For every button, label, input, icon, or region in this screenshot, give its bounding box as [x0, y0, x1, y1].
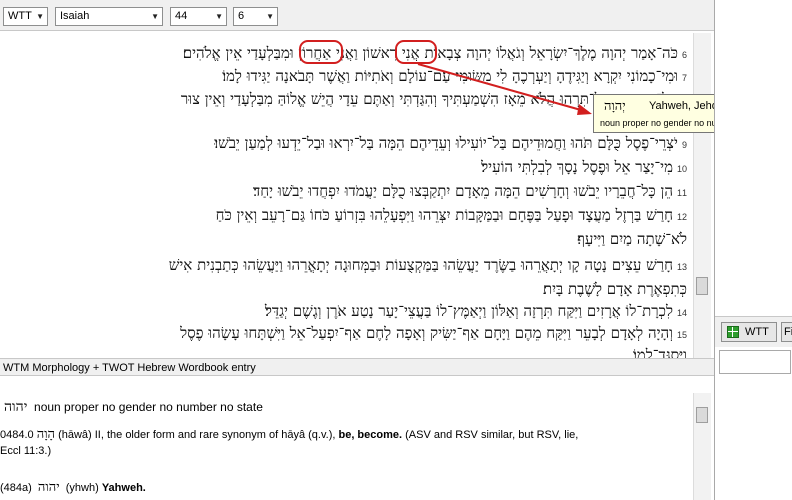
- verse-number: 15: [676, 330, 687, 340]
- verse-text: וְהָיָה לְאָדָם לְבָעֵר וַיִּקַּח מֵהֶם …: [180, 324, 673, 342]
- verse-text: הֵן כָּל־חֲבֵרָיו יֵבֹשׁוּ וְחָרָשִׁים ה…: [253, 182, 673, 200]
- lexicon-panel-title: WTM Morphology + TWOT Hebrew Wordbook en…: [0, 358, 714, 376]
- bible-window: WTT ▼ Isaiah ▼ 44 ▼ 6 ▼ 6כֹּה־אָמַר יְהוָה מ…: [0, 0, 714, 500]
- annotation-circle-2: [395, 40, 437, 64]
- subentry-hebrew: יהוה: [37, 480, 60, 495]
- chapter-select[interactable]: 44 ▼: [170, 7, 227, 26]
- wtt-button-label: WTT: [745, 326, 769, 338]
- verse-13-continued[interactable]: כְּתִפְאֶרֶת אָדָם לָשֶׁבֶת בָּיִת׃: [543, 279, 687, 299]
- verse-text: חָרַשׁ בַּרְזֶל מַעֲצָד וּפָעַל בַּפֶּחָ…: [215, 206, 673, 224]
- chevron-down-icon: ▼: [215, 12, 223, 21]
- verse-12[interactable]: 12חָרַשׁ בַּרְזֶל מַעֲצָד וּפָעַל בַּפֶּ…: [216, 205, 687, 227]
- verse-10[interactable]: 10מִי־יָצַר אֵל וּפֶסֶל נָסָךְ לְבִלְתִּ…: [481, 157, 687, 179]
- entry-hebrew: הָוָה: [36, 427, 55, 442]
- verse-number: 7: [681, 73, 687, 83]
- verse-text: וּמִי־כָמוֹנִי יִקְרָא וְיַגִּידֶהָ וְיַ…: [222, 67, 678, 85]
- chapter-label: 44: [175, 10, 188, 22]
- verse-text: כְּתִפְאֶרֶת אָדָם לָשֶׁבֶת בָּיִת׃: [542, 280, 687, 298]
- tooltip-hebrew: יְהוָה: [604, 99, 626, 114]
- chevron-down-icon: ▼: [266, 12, 274, 21]
- lexicon-scrollbar[interactable]: [693, 393, 711, 500]
- lexicon-headword-line: יהוה noun proper no gender no number no …: [4, 399, 263, 416]
- bible-scrollbar[interactable]: [693, 33, 711, 358]
- subentry-number: (484a): [0, 482, 32, 494]
- verse-number: 10: [676, 164, 687, 174]
- lexicon-scroll-thumb[interactable]: [696, 407, 708, 423]
- lexicon-subentry: (484a) יהוה (yhwh) Yahweh.: [0, 479, 146, 495]
- chevron-down-icon: ▼: [36, 12, 44, 21]
- bible-text-pane: 6כֹּה־אָמַר יְהוָה מֶלֶךְ־יִשְׂרָאֵל וְג…: [0, 33, 693, 358]
- lexicon-hebrew: יהוה: [4, 399, 28, 415]
- verse-number: 11: [676, 188, 687, 198]
- subentry-translit: (yhwh): [65, 482, 99, 494]
- verse-text: חָרַשׁ עֵצִים נָטָה קָו יְתָאֲרֵהוּ בַשֶ…: [168, 256, 673, 274]
- fi-button-label: Fi: [784, 326, 792, 338]
- verse-7[interactable]: 7וּמִי־כָמוֹנִי יִקְרָא וְיַגִּידֶהָ וְי…: [222, 66, 687, 88]
- lexicon-parse: noun proper no gender no number no state: [34, 400, 263, 414]
- annotation-circle-1: [299, 40, 343, 64]
- version-select[interactable]: WTT ▼: [3, 7, 48, 26]
- entry-bold: be, become.: [338, 429, 403, 441]
- verse-text: לִכְרָת־לוֹ אֲרָזִים וַיִּקַּח תִּרְזָה …: [264, 302, 673, 320]
- toolbar: WTT ▼ Isaiah ▼ 44 ▼ 6 ▼: [0, 0, 714, 31]
- entry-reference: Eccl 11:3.): [0, 445, 52, 457]
- verse-text: וַיִּסְגָּד־לָמוֹ׃: [633, 346, 687, 358]
- verse-15[interactable]: 15וְהָיָה לְאָדָם לְבָעֵר וַיִּקַּח מֵהֶ…: [180, 323, 687, 345]
- right-input[interactable]: [719, 350, 791, 374]
- lexicon-pane: יהוה noun proper no gender no number no …: [0, 376, 693, 500]
- verse-9[interactable]: 9יֹצְרֵי־פֶסֶל כֻּלָּם תֹּהוּ וַחֲמוּדֵי…: [214, 133, 687, 155]
- entry-number: 0484.0: [0, 429, 34, 441]
- verse-number: 6: [681, 50, 687, 60]
- verse-12-continued[interactable]: לֹא־שָׁתָה מַיִם וַיִּיעָף׃: [577, 229, 687, 249]
- subentry-bold: Yahweh.: [101, 482, 146, 494]
- verse-text: מִי־יָצַר אֵל וּפֶסֶל נָסָךְ לְבִלְתִּי …: [481, 158, 673, 176]
- fi-button[interactable]: Fi: [781, 322, 792, 342]
- book-select[interactable]: Isaiah ▼: [55, 7, 163, 26]
- verse-number: 12: [676, 212, 687, 222]
- chevron-down-icon: ▼: [151, 12, 159, 21]
- bible-scroll-thumb[interactable]: [696, 277, 708, 295]
- verse-text: יֹצְרֵי־פֶסֶל כֻּלָּם תֹּהוּ וַחֲמוּדֵיה…: [214, 134, 678, 152]
- book-label: Isaiah: [60, 10, 90, 22]
- verse-number: 13: [676, 262, 687, 272]
- grid-icon: [727, 326, 739, 338]
- verse-select[interactable]: 6 ▼: [233, 7, 278, 26]
- verse-number: 9: [681, 140, 687, 150]
- verse-13[interactable]: 13חָרַשׁ עֵצִים נָטָה קָו יְתָאֲרֵהוּ בַ…: [169, 255, 687, 277]
- right-panel: WTT Fi: [714, 0, 792, 500]
- entry-text: (hāwâ) II, the older form and rare synon…: [58, 429, 336, 441]
- verse-14[interactable]: 14לִכְרָת־לוֹ אֲרָזִים וַיִּקַּח תִּרְזָ…: [265, 301, 687, 323]
- wtt-button[interactable]: WTT: [721, 322, 777, 342]
- lexicon-entry: 0484.0 הָוָה (hāwâ) II, the older form a…: [0, 426, 690, 442]
- verse-text: לֹא־שָׁתָה מַיִם וַיִּיעָף׃: [577, 230, 687, 248]
- version-label: WTT: [8, 10, 32, 22]
- verse-number: 14: [676, 308, 687, 318]
- entry-note: (ASV and RSV similar, but RSV, lie,: [405, 429, 579, 441]
- verse-11[interactable]: 11הֵן כָּל־חֲבֵרָיו יֵבֹשׁוּ וְחָרָשִׁים…: [253, 181, 687, 203]
- verse-15-continued[interactable]: וַיִּסְגָּד־לָמוֹ׃: [633, 345, 687, 358]
- verse-label: 6: [238, 10, 245, 22]
